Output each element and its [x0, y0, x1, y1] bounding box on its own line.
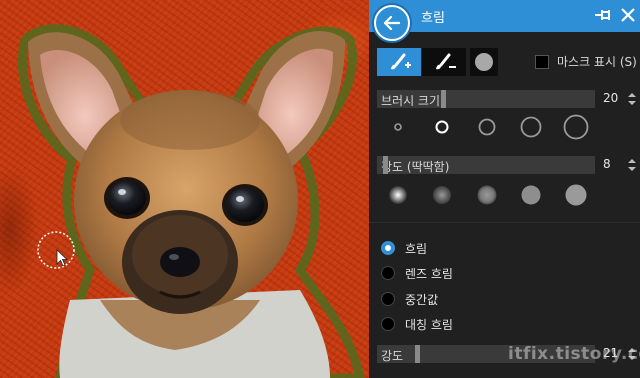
mode-option-lens-blur[interactable]: 렌즈 흐림 — [381, 264, 453, 282]
brush-size-preset-icon — [394, 123, 402, 131]
close-icon — [621, 8, 635, 22]
radio-button[interactable] — [381, 292, 395, 306]
strength-label: 강도 — [381, 349, 404, 363]
hardness-preset-icon — [477, 185, 497, 205]
mode-label: 렌즈 흐림 — [405, 266, 453, 281]
brush-size-preset[interactable] — [383, 112, 413, 142]
brush-size-thumb[interactable] — [441, 90, 446, 108]
hardness-preset[interactable] — [427, 180, 457, 210]
brush-plus-icon — [391, 53, 411, 70]
mode-label: 흐림 — [405, 241, 428, 256]
pin-button[interactable] — [594, 6, 614, 24]
brush-cursor-icon — [37, 231, 75, 269]
brush-size-preset[interactable] — [472, 112, 502, 142]
mode-option-blur[interactable]: 흐림 — [381, 239, 427, 257]
back-arrow-icon — [383, 15, 401, 31]
circle-tool-button[interactable] — [470, 48, 498, 76]
brush-size-preset-icon — [520, 116, 542, 138]
brush-size-preset-icon — [478, 118, 496, 136]
brush-size-preset-icon — [563, 114, 589, 140]
brush-erase-button[interactable] — [422, 48, 466, 76]
hardness-preset-icon — [521, 185, 541, 205]
hardness-label: 강도 (딱딱함) — [381, 160, 450, 174]
pin-icon — [595, 10, 610, 20]
mask-toggle-checkbox[interactable] — [535, 55, 549, 69]
brush-size-preset[interactable] — [516, 112, 546, 142]
back-button[interactable] — [374, 5, 410, 41]
mode-label: 대칭 흐림 — [405, 317, 453, 332]
brush-size-slider[interactable]: 브러시 크기 — [377, 90, 595, 108]
hardness-slider[interactable]: 강도 (딱딱함) — [377, 156, 595, 174]
brush-minus-icon — [436, 53, 456, 70]
brush-size-spinner-icon[interactable] — [627, 91, 637, 107]
brush-add-button[interactable] — [377, 48, 421, 76]
mode-option-symmetric-blur[interactable]: 대칭 흐림 — [381, 315, 453, 333]
circle-icon — [475, 53, 493, 71]
hardness-thumb[interactable] — [383, 156, 388, 174]
blur-tool-panel: 흐림 마스크 표시 (S) 브러시 크기 20 강도 (딱딱함) 8 흐림 렌즈… — [369, 0, 640, 378]
hardness-preset-icon — [565, 184, 587, 206]
hardness-preset[interactable] — [516, 180, 546, 210]
brush-size-presets — [377, 112, 607, 142]
hardness-preset[interactable] — [472, 180, 502, 210]
hardness-value[interactable]: 8 — [603, 157, 611, 171]
hardness-preset[interactable] — [561, 180, 591, 210]
hardness-preset[interactable] — [383, 180, 413, 210]
mode-option-median[interactable]: 중간값 — [381, 290, 438, 308]
hardness-spinner-icon[interactable] — [627, 157, 637, 173]
brush-size-value[interactable]: 20 — [603, 91, 618, 105]
panel-title: 흐림 — [421, 11, 445, 26]
hardness-preset-icon — [389, 186, 407, 204]
brush-size-preset-selected[interactable] — [427, 112, 457, 142]
strength-thumb[interactable] — [415, 345, 420, 363]
hardness-preset-icon — [433, 186, 451, 204]
hardness-presets — [377, 180, 607, 210]
mask-toggle-label: 마스크 표시 (S) — [557, 55, 637, 69]
brush-size-preset-icon — [435, 120, 449, 134]
image-canvas[interactable] — [0, 0, 369, 378]
brush-size-label: 브러시 크기 — [381, 94, 441, 108]
mode-label: 중간값 — [405, 292, 439, 307]
radio-button-selected[interactable] — [381, 241, 395, 255]
panel-divider — [369, 222, 640, 223]
chihuahua-photo — [17, 24, 365, 378]
close-button[interactable] — [620, 6, 636, 24]
watermark-text: itfix.tistory.com — [508, 344, 640, 364]
brush-size-preset[interactable] — [561, 112, 591, 142]
radio-button[interactable] — [381, 266, 395, 280]
radio-button[interactable] — [381, 317, 395, 331]
